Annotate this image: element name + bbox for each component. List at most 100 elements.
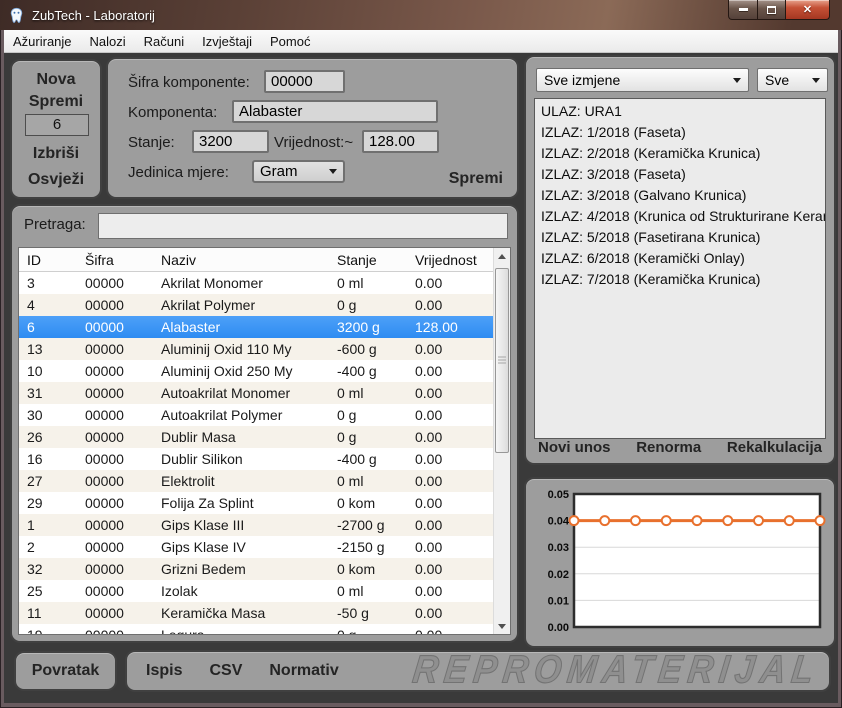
table-row[interactable]: 2900000Folija Za Splint0 kom0.00 [19, 492, 493, 514]
menu-azuriranje[interactable]: Ažuriranje [4, 30, 81, 52]
close-button[interactable]: ✕ [786, 0, 830, 20]
table-cell: 00000 [77, 404, 153, 426]
table-cell: 0 ml [329, 382, 407, 404]
table-row[interactable]: 400000Akrilat Polymer0 g0.00 [19, 294, 493, 316]
table-row[interactable]: 1000000Aluminij Oxid 250 My-400 g0.00 [19, 360, 493, 382]
history-item[interactable]: IZLAZ: 7/2018 (Keramička Krunica) [535, 269, 825, 290]
table-row[interactable]: 2600000Dublir Masa0 g0.00 [19, 426, 493, 448]
col-header-vrijednost[interactable]: Vrijednost [407, 248, 493, 272]
table-cell: Legura [153, 624, 329, 634]
stock-input[interactable] [192, 130, 269, 153]
history-item[interactable]: ULAZ: URA1 [535, 101, 825, 122]
table-row[interactable]: 1300000Aluminij Oxid 110 My-600 g0.00 [19, 338, 493, 360]
refresh-button[interactable]: Osvježi [12, 171, 100, 189]
table-cell: 00000 [77, 580, 153, 602]
table-cell: Folija Za Splint [153, 492, 329, 514]
menu-izvjestaji[interactable]: Izvještaji [193, 30, 261, 52]
history-item[interactable]: IZLAZ: 2/2018 (Keramička Krunica) [535, 143, 825, 164]
table-cell: 29 [19, 492, 77, 514]
history-item[interactable]: IZLAZ: 3/2018 (Faseta) [535, 164, 825, 185]
table-cell: 0.00 [407, 602, 493, 624]
stock-label: Stanje: [128, 134, 175, 151]
table-row[interactable]: 2700000Elektrolit0 ml0.00 [19, 470, 493, 492]
table-cell: Gips Klase III [153, 514, 329, 536]
print-button[interactable]: Ispis [146, 662, 182, 680]
component-form-panel: Šifra komponente: Komponenta: Stanje: Vr… [106, 57, 519, 199]
history-item[interactable]: IZLAZ: 6/2018 (Keramički Onlay) [535, 248, 825, 269]
table-cell: 2 [19, 536, 77, 558]
table-row[interactable]: 3100000Autoakrilat Monomer0 ml0.00 [19, 382, 493, 404]
table-cell: 19 [19, 624, 77, 634]
col-header-sifra[interactable]: Šifra [77, 248, 153, 272]
svg-text:0.03: 0.03 [548, 542, 569, 554]
table-row[interactable]: 600000Alabaster3200 g128.00 [19, 316, 493, 338]
table-cell: 0 g [329, 426, 407, 448]
component-label: Komponenta: [128, 104, 217, 121]
title-bar[interactable]: ZubTech - Laboratorij ✕ [0, 0, 842, 30]
components-table: ID Šifra Naziv Stanje Vrijednost 300000A… [18, 247, 511, 635]
history-list[interactable]: ULAZ: URA1IZLAZ: 1/2018 (Faseta)IZLAZ: 2… [534, 98, 826, 439]
scope-filter-select[interactable]: Sve [757, 68, 828, 92]
table-cell: Dublir Silikon [153, 448, 329, 470]
csv-button[interactable]: CSV [209, 662, 242, 680]
table-row[interactable]: 1600000Dublir Silikon-400 g0.00 [19, 448, 493, 470]
history-actions: Novi unos Renorma Rekalkulacija [538, 439, 822, 456]
history-item[interactable]: IZLAZ: 3/2018 (Galvano Krunica) [535, 185, 825, 206]
menu-nalozi[interactable]: Nalozi [81, 30, 135, 52]
search-input[interactable] [98, 213, 508, 239]
table-row[interactable]: 1900000Legura0 g0.00 [19, 624, 493, 634]
search-label: Pretraga: [24, 216, 86, 233]
table-scrollbar[interactable] [493, 248, 510, 634]
table-row[interactable]: 200000Gips Klase IV-2150 g0.00 [19, 536, 493, 558]
value-label: Vrijednost:~ [274, 134, 353, 151]
minimize-button[interactable] [728, 0, 758, 20]
recalc-button[interactable]: Rekalkulacija [727, 439, 822, 456]
table-row[interactable]: 3000000Autoakrilat Polymer0 g0.00 [19, 404, 493, 426]
table-row[interactable]: 3200000Grizni Bedem0 kom0.00 [19, 558, 493, 580]
svg-text:0.00: 0.00 [548, 622, 569, 634]
record-id-field[interactable]: 6 [25, 114, 89, 136]
table-row[interactable]: 300000Akrilat Monomer0 ml0.00 [19, 272, 493, 294]
table-cell: 0 g [329, 624, 407, 634]
table-cell: Akrilat Monomer [153, 272, 329, 294]
table-row[interactable]: 100000Gips Klase III-2700 g0.00 [19, 514, 493, 536]
col-header-stanje[interactable]: Stanje [329, 248, 407, 272]
history-item[interactable]: IZLAZ: 1/2018 (Faseta) [535, 122, 825, 143]
col-header-id[interactable]: ID [19, 248, 77, 272]
menu-pomoc[interactable]: Pomoć [261, 30, 319, 52]
value-input[interactable] [362, 130, 439, 153]
app-window: ZubTech - Laboratorij ✕ Ažuriranje Naloz… [0, 0, 842, 708]
history-item[interactable]: IZLAZ: 4/2018 (Krunica od Strukturirane … [535, 206, 825, 227]
table-cell: -2700 g [329, 514, 407, 536]
history-panel: Sve izmjene Sve ULAZ: URA1IZLAZ: 1/2018 … [524, 55, 836, 465]
table-cell: 00000 [77, 426, 153, 448]
menu-racuni[interactable]: Računi [135, 30, 193, 52]
code-input[interactable] [264, 70, 345, 93]
table-cell: 0.00 [407, 624, 493, 634]
col-header-naziv[interactable]: Naziv [153, 248, 329, 272]
renorm-button[interactable]: Renorma [636, 439, 701, 456]
new-button[interactable]: Nova [12, 71, 100, 89]
scroll-down-button[interactable] [494, 618, 510, 634]
close-icon: ✕ [803, 3, 812, 16]
maximize-button[interactable] [758, 0, 786, 20]
table-cell: 00000 [77, 294, 153, 316]
table-row[interactable]: 2500000Izolak0 ml0.00 [19, 580, 493, 602]
form-save-button[interactable]: Spremi [449, 170, 503, 188]
crud-panel: Nova Spremi 6 Izbriši Osvježi [10, 59, 102, 199]
scroll-up-button[interactable] [494, 248, 510, 264]
delete-button[interactable]: Izbriši [12, 145, 100, 163]
changes-filter-select[interactable]: Sve izmjene [536, 68, 749, 92]
component-input[interactable] [232, 100, 438, 123]
table-cell: 16 [19, 448, 77, 470]
scrollbar-thumb[interactable] [495, 268, 509, 453]
save-button[interactable]: Spremi [12, 93, 100, 111]
normative-button[interactable]: Normativ [269, 662, 338, 680]
history-item[interactable]: IZLAZ: 5/2018 (Fasetirana Krunica) [535, 227, 825, 248]
unit-select[interactable]: Gram [252, 160, 345, 183]
stock-history-chart: 0.000.010.020.030.040.05 [532, 486, 830, 641]
table-row[interactable]: 1100000Keramička Masa-50 g0.00 [19, 602, 493, 624]
back-button[interactable]: Povratak [14, 651, 117, 691]
new-entry-button[interactable]: Novi unos [538, 439, 611, 456]
table-cell: 26 [19, 426, 77, 448]
